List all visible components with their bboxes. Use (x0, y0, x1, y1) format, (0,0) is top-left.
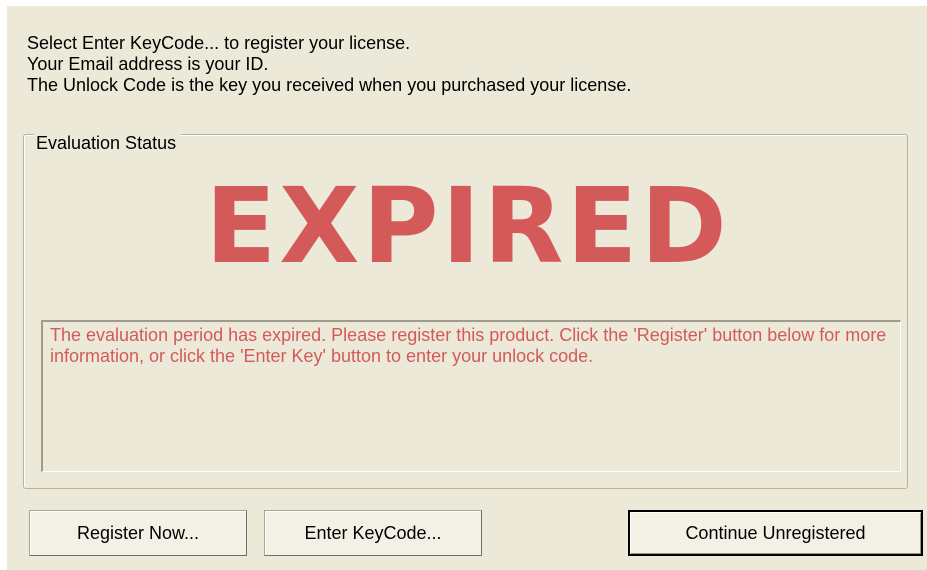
status-message-text: The evaluation period has expired. Pleas… (50, 325, 887, 366)
evaluation-status-legend: Evaluation Status (34, 132, 182, 154)
enter-keycode-button[interactable]: Enter KeyCode... (264, 510, 482, 556)
expired-status-banner: EXPIRED (205, 165, 730, 287)
register-now-button[interactable]: Register Now... (29, 510, 247, 556)
continue-unregistered-button[interactable]: Continue Unregistered (628, 510, 923, 556)
instruction-line-3: The Unlock Code is the key you received … (27, 75, 632, 95)
instruction-line-1: Select Enter KeyCode... to register your… (27, 33, 411, 53)
instruction-line-2: Your Email address is your ID. (27, 54, 269, 74)
instructions-text: Select Enter KeyCode... to register your… (27, 33, 631, 96)
